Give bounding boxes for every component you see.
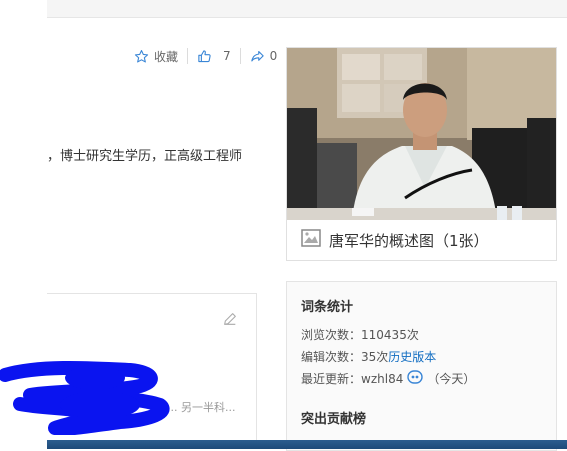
share-count: 0 [269,49,278,63]
overview-photo[interactable] [287,48,556,220]
edits-value: 35次 [361,350,389,364]
views-label: 浏览次数： [301,328,362,342]
top-bar [47,0,567,18]
taskbar-strip [47,440,567,449]
thumbs-up-icon [197,49,212,64]
updated-label: 最近更新： [301,372,362,386]
redaction-scribble [0,360,200,439]
edits-row: 编辑次数： 35次 历史版本 [301,348,436,365]
edits-label: 编辑次数： [301,350,362,364]
photo-caption[interactable]: 唐军华的概述图（1张） [287,220,556,260]
like-count: 7 [223,49,231,63]
updated-user[interactable]: wzhl84 [361,372,403,386]
history-version-link[interactable]: 历史版本 [388,348,436,365]
gallery-icon [301,229,321,251]
updated-when: （今天） [427,372,476,386]
divider [187,48,189,64]
like-button[interactable]: 7 [197,49,231,64]
star-icon [134,49,149,64]
favorite-label: 收藏 [154,49,179,64]
stats-title: 词条统计 [301,300,354,315]
photo-caption-text: 唐军华的概述图（1张） [329,231,489,250]
share-icon [250,49,265,64]
summary-text: ，博士研究生学历，正高级工程师 [47,149,243,164]
user-badge-icon [407,370,424,387]
entry-stats-card: 词条统计 浏览次数： 110435次 编辑次数： 35次 历史版本 最近更新： … [286,281,557,451]
edit-icon[interactable] [222,311,238,331]
views-row: 浏览次数： 110435次 [301,326,419,343]
article-actions: 收藏 7 0 [134,47,277,65]
updated-row: 最近更新： wzhl84 （今天） [301,370,475,387]
overview-image-card[interactable]: 唐军华的概述图（1张） [286,47,557,261]
divider [239,48,241,64]
favorite-button[interactable]: 收藏 [134,48,178,65]
contributors-title: 突出贡献榜 [301,412,367,427]
views-value: 110435次 [361,328,419,342]
share-button[interactable]: 0 [250,49,278,64]
